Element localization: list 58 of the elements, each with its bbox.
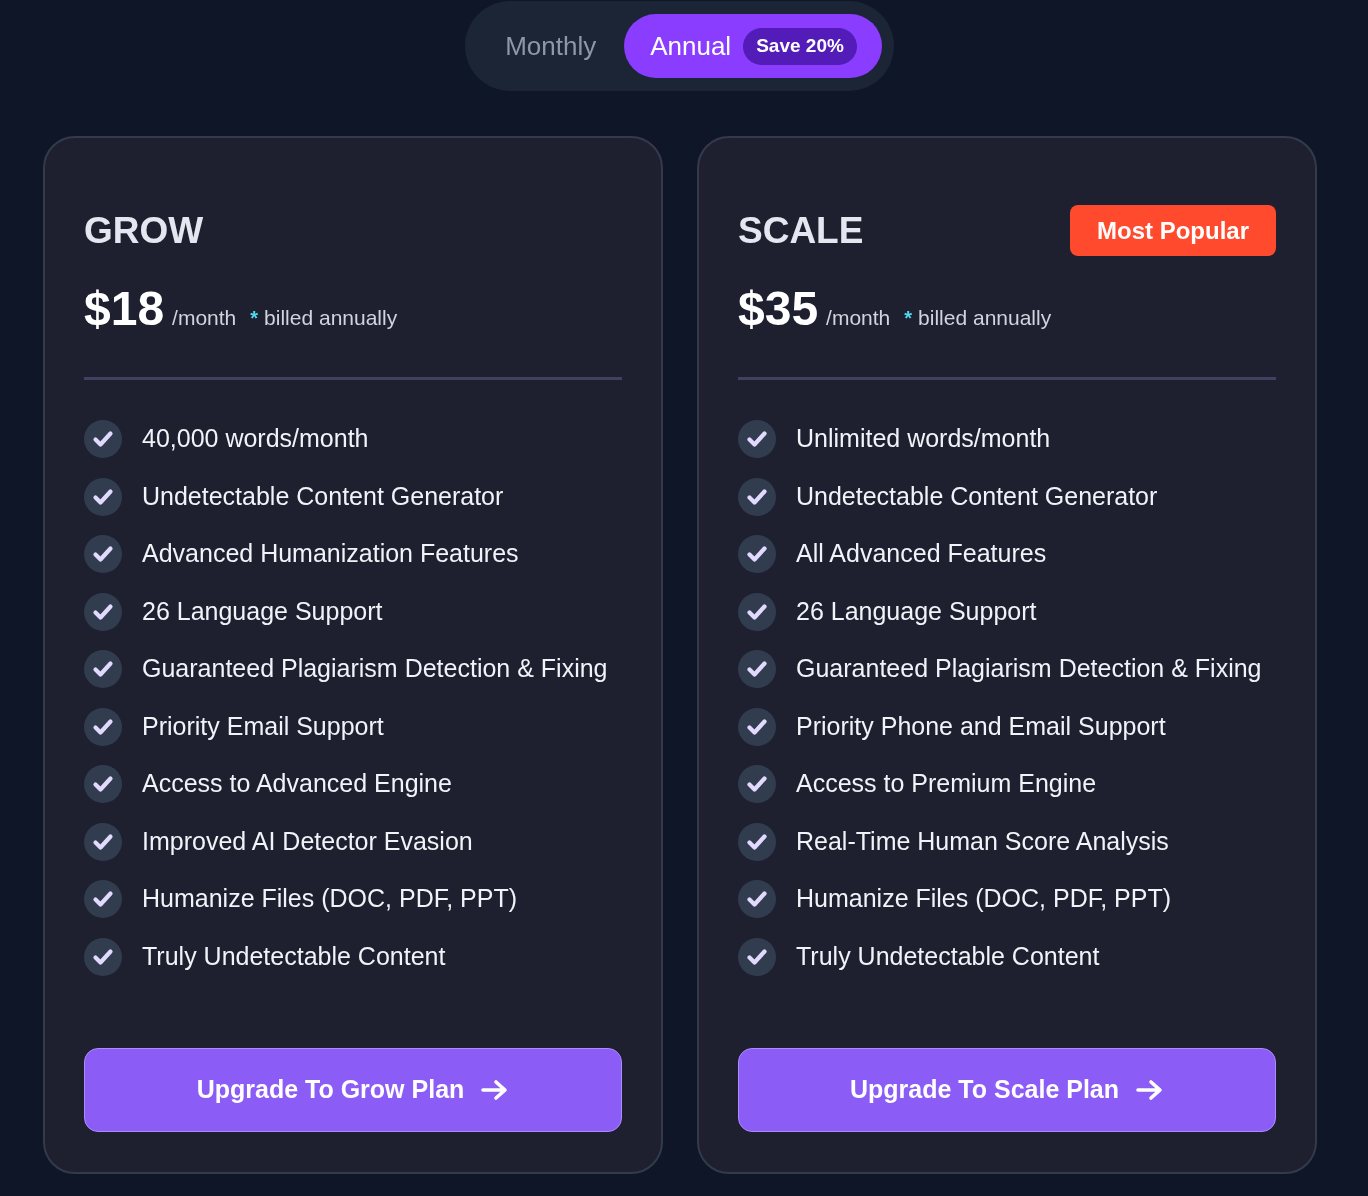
check-icon [738,535,776,573]
plan-price: $35 [738,281,819,337]
feature-text: Undetectable Content Generator [796,480,1158,512]
feature-text: Access to Advanced Engine [142,768,452,800]
feature-text: Priority Email Support [142,710,384,742]
feature-text: 26 Language Support [142,595,383,627]
feature-text: All Advanced Features [796,538,1047,570]
check-icon [738,592,776,631]
feature-text: Access to Premium Engine [796,768,1097,800]
arrow-right-icon [481,1079,510,1101]
plan-name: SCALE [738,208,864,253]
check-icon [738,477,776,516]
check-icon [84,535,122,573]
check-icon [84,937,122,976]
check-icon [738,822,776,861]
arrow-right-icon [1136,1079,1165,1101]
billing-note: billed annually [264,305,398,331]
upgrade-button[interactable]: Upgrade To Scale Plan [738,1048,1276,1132]
plan-name: GROW [84,208,204,253]
billing-option-tab[interactable]: Annual Save 20% [624,14,882,78]
feature-text: Unlimited words/month [796,423,1051,455]
price-period: /month [826,305,891,331]
check-icon [84,822,122,861]
billing-option-tab[interactable]: Monthly [477,14,625,78]
price-period: /month [172,305,237,331]
plan-price: $18 [84,281,165,337]
upgrade-button[interactable]: Upgrade To Grow Plan [84,1048,622,1132]
asterisk-mark: * [250,306,259,331]
feature-text: Undetectable Content Generator [142,480,504,512]
check-icon [738,420,776,458]
feature-text: Improved AI Detector Evasion [142,825,473,857]
check-icon [738,937,776,976]
check-icon [84,765,122,803]
check-icon [738,707,776,746]
feature-text: 26 Language Support [796,595,1037,627]
check-icon [84,592,122,631]
discount-badge: Save 20% [743,27,857,65]
check-icon [738,880,776,918]
feature-text: Truly Undetectable Content [796,940,1100,972]
feature-text: Advanced Humanization Features [142,538,519,570]
feature-text: 40,000 words/month [142,423,369,455]
popular-badge: Most Popular [1070,205,1276,256]
check-icon [84,880,122,918]
check-icon [84,650,122,688]
feature-text: Guaranteed Plagiarism Detection & Fixing [142,653,608,685]
check-icon [84,477,122,516]
check-icon [84,420,122,458]
check-icon [738,650,776,688]
billing-note: billed annually [918,305,1052,331]
feature-text: Humanize Files (DOC, PDF, PPT) [796,883,1172,915]
feature-text: Priority Phone and Email Support [796,710,1166,742]
feature-text: Real-Time Human Score Analysis [796,825,1169,857]
feature-text: Truly Undetectable Content [142,940,446,972]
feature-text: Guaranteed Plagiarism Detection & Fixing [796,653,1262,685]
feature-text: Humanize Files (DOC, PDF, PPT) [142,883,518,915]
asterisk-mark: * [904,306,913,331]
check-icon [84,707,122,746]
check-icon [738,765,776,803]
